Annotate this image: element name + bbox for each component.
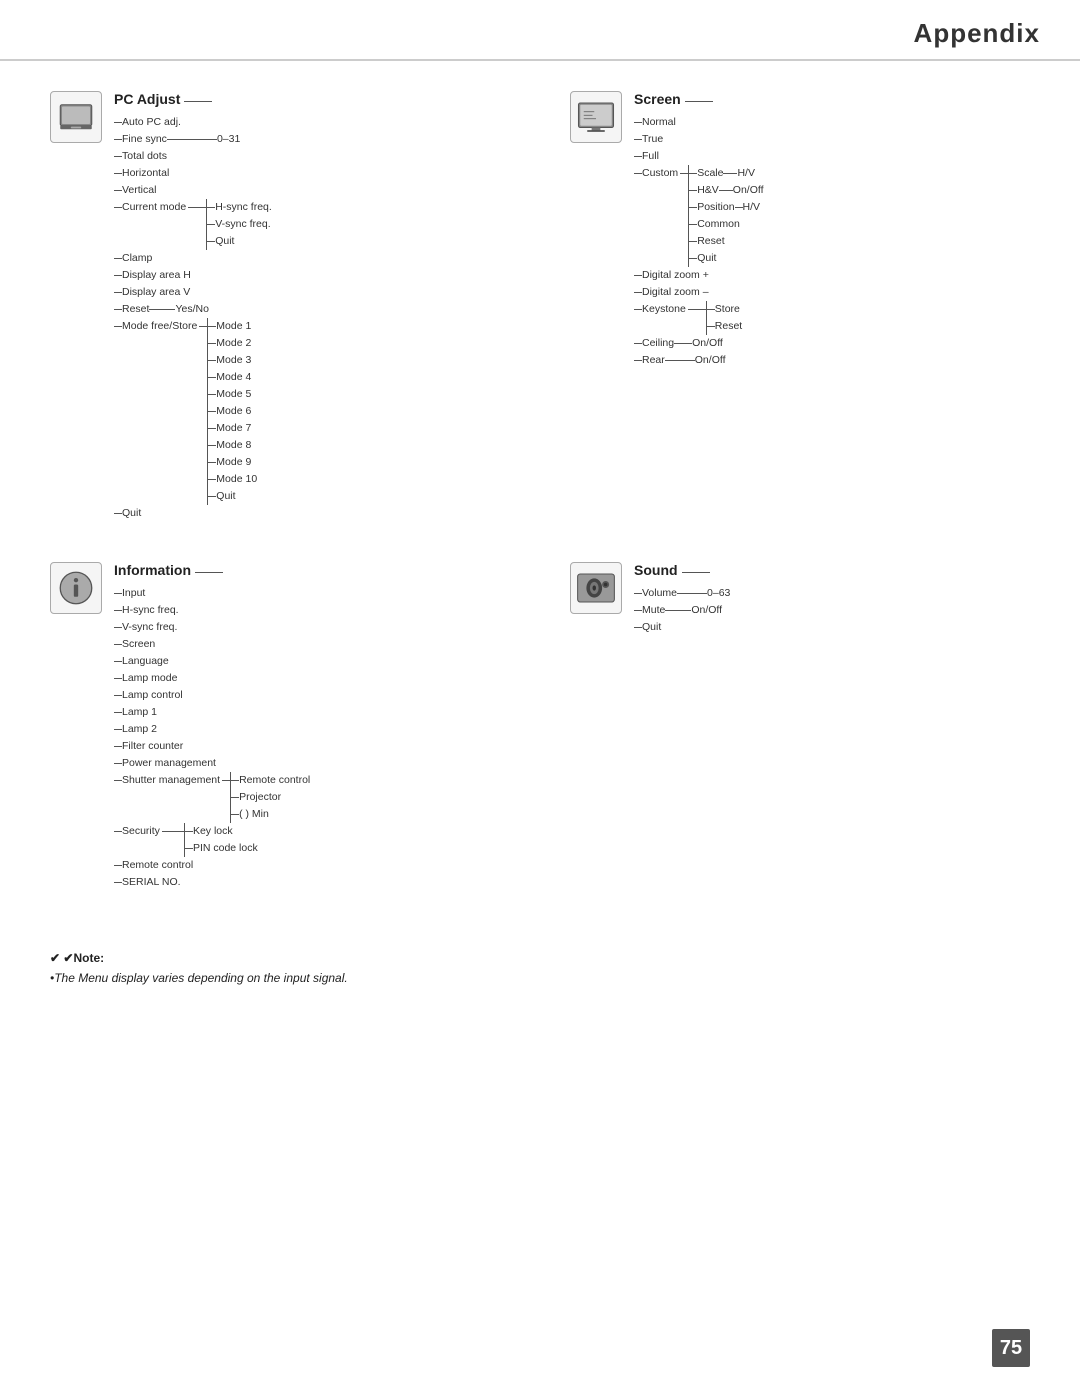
sound-title: Sound <box>634 562 678 578</box>
pc-adjust-body: PC Adjust Auto PC adj. Fine sync <box>114 91 510 522</box>
page-header: Appendix <box>0 0 1080 61</box>
menu-grid: PC Adjust Auto PC adj. Fine sync <box>50 91 1030 891</box>
sound-body: Sound Volume 0–63 Mute <box>634 562 1030 636</box>
screen-panel: Screen Normal True Full Custom <box>570 91 1030 522</box>
speaker-icon <box>575 567 617 609</box>
screen-title: Screen <box>634 91 681 107</box>
pc-adjust-icon-box <box>50 91 102 143</box>
page-title: Appendix <box>914 18 1040 49</box>
checkmark-icon: ✔ <box>50 951 60 965</box>
information-panel: Information Input H-sync freq. V-sync fr… <box>50 562 510 891</box>
screen-body: Screen Normal True Full Custom <box>634 91 1030 369</box>
pc-adjust-panel: PC Adjust Auto PC adj. Fine sync <box>50 91 510 522</box>
info-icon <box>55 567 97 609</box>
screen-tree: Normal True Full Custom Scale <box>634 114 1030 369</box>
information-tree: Input H-sync freq. V-sync freq. Screen L… <box>114 585 510 891</box>
note-text: •The Menu display varies depending on th… <box>50 969 1030 988</box>
sound-tree: Volume 0–63 Mute On/Off Quit <box>634 585 1030 636</box>
pc-adjust-title: PC Adjust <box>114 91 180 107</box>
screen-icon <box>575 96 617 138</box>
main-content: PC Adjust Auto PC adj. Fine sync <box>0 61 1080 1038</box>
screen-icon-box <box>570 91 622 143</box>
information-body: Information Input H-sync freq. V-sync fr… <box>114 562 510 891</box>
footer-note: ✔ ✔Note: •The Menu display varies depend… <box>50 951 1030 1008</box>
sound-icon-box <box>570 562 622 614</box>
laptop-icon <box>55 96 97 138</box>
information-title: Information <box>114 562 191 578</box>
information-icon-box <box>50 562 102 614</box>
sound-panel: Sound Volume 0–63 Mute <box>570 562 1030 891</box>
note-title: ✔ ✔Note: <box>50 951 1030 965</box>
page-number: 75 <box>992 1329 1030 1367</box>
pc-adjust-tree: Auto PC adj. Fine sync 0–31 Total dots <box>114 114 510 522</box>
